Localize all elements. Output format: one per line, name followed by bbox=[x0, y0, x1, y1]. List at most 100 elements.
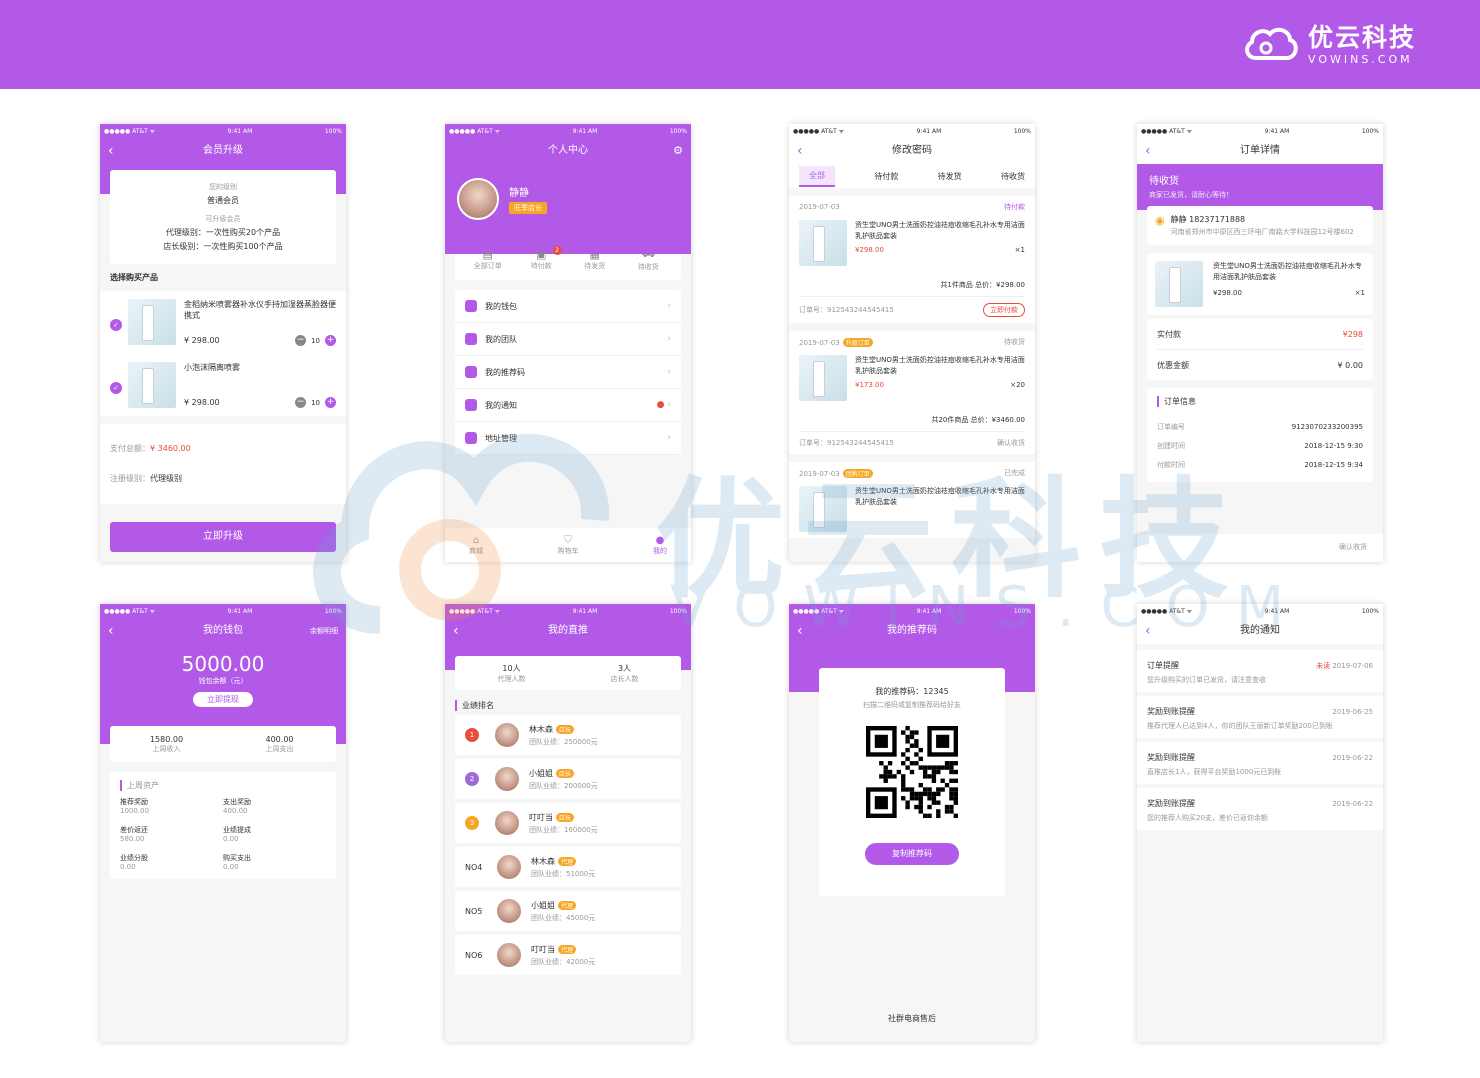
chevron-right-icon: › bbox=[667, 433, 671, 443]
order-card[interactable]: 2019-07-03 升级订单 待收货 资生堂UNO男士洗面奶控油祛痘收缩毛孔补水专… bbox=[789, 331, 1035, 454]
check-icon[interactable]: ✓ bbox=[110, 319, 122, 331]
member-name: 叮叮当 bbox=[529, 812, 553, 822]
back-icon[interactable]: ‹ bbox=[797, 138, 803, 164]
screen-wallet: ●●●●● AT&T ᯤ 9:41 AM 100% ‹ 我的钱包 余额明细 5000.0… bbox=[100, 604, 346, 1042]
tab-label: 商城 bbox=[469, 546, 483, 555]
back-icon[interactable]: ‹ bbox=[1145, 138, 1151, 164]
balance-detail-link[interactable]: 余额明细 bbox=[310, 618, 338, 644]
tab-mine[interactable]: ● 我的 bbox=[653, 535, 667, 556]
medal-icon: 2 bbox=[465, 772, 479, 786]
product-name: 资生堂UNO男士洗面奶控油祛痘收缩毛孔补水专用洁面乳护肤品套装 bbox=[1213, 262, 1362, 281]
role-tag: 代理 bbox=[558, 856, 577, 866]
plus-icon[interactable]: + bbox=[325, 397, 336, 408]
shortcut-label: 待付款 bbox=[530, 261, 552, 270]
menu-notify[interactable]: 我的通知 ● › bbox=[455, 389, 681, 422]
tab-to-ship[interactable]: 待发货 bbox=[938, 171, 962, 182]
qr-code-image bbox=[866, 726, 958, 818]
menu-referral[interactable]: 我的推荐码 › bbox=[455, 356, 681, 389]
withdraw-button[interactable]: 立即提现 bbox=[193, 692, 253, 707]
qty[interactable]: 10 bbox=[311, 399, 320, 407]
member-name: 叮叮当 bbox=[531, 944, 555, 954]
menu-team[interactable]: 我的团队 › bbox=[455, 323, 681, 356]
back-icon[interactable]: ‹ bbox=[108, 138, 114, 164]
level-card: 您的级别 普通会员 可升级会员 代理级别：一次性购买20个产品 店长级别：一次性… bbox=[110, 170, 336, 264]
status-bar: ●●●●● AT&T ᯤ 9:41 AM 100% bbox=[100, 124, 346, 138]
product-price: ¥298.00 bbox=[1213, 289, 1242, 297]
minus-icon[interactable]: − bbox=[295, 397, 307, 408]
battery: 100% bbox=[1361, 607, 1379, 615]
menu-label: 我的团队 bbox=[485, 334, 517, 344]
plus-icon[interactable]: + bbox=[325, 335, 336, 346]
notification-item[interactable]: 奖励到账提醒 2019-06-22 您的推荐人购买20支，差价已返你余额 bbox=[1137, 788, 1383, 830]
back-icon[interactable]: ‹ bbox=[453, 618, 459, 644]
notification-item[interactable]: 订单提醒 未读 2019-07-06 您升级购买的订单已发货，请注意查收 bbox=[1137, 650, 1383, 692]
asset-key: 支出奖励 bbox=[223, 798, 251, 806]
rank-row[interactable]: 1 林木森 店长 团队业绩：250000元 bbox=[455, 715, 681, 755]
screen-member-upgrade: ●●●●● AT&T ᯤ 9:41 AM 100% ‹ 会员升级 您的级别 普通会员 … bbox=[100, 124, 346, 562]
weekly-stats: 1580.00 上周收入 400.00 上周支出 bbox=[110, 726, 336, 762]
rank-row[interactable]: NO6 叮叮当 代理 团队业绩：42000元 bbox=[455, 935, 681, 975]
carrier: ●●●●● AT&T ᯤ bbox=[449, 608, 501, 615]
confirm-receipt-button[interactable]: 确认收货 bbox=[997, 438, 1025, 448]
page-title: 订单详情 bbox=[1240, 145, 1280, 156]
product-card[interactable]: 资生堂UNO男士洗面奶控油祛痘收缩毛孔补水专用洁面乳护肤品套装 ¥298.00 ×1 bbox=[1147, 253, 1373, 315]
order-tabs: 全部 待付款 待发货 待收货 bbox=[789, 164, 1035, 188]
discount-value: ¥ 0.00 bbox=[1337, 360, 1363, 370]
notification-item[interactable]: 奖励到账提醒 2019-06-22 直推店长1人，获得平台奖励1000元已到账 bbox=[1137, 742, 1383, 784]
back-icon[interactable]: ‹ bbox=[1145, 618, 1151, 644]
confirm-receipt-button[interactable]: 确认收货 bbox=[1339, 543, 1367, 551]
avatar bbox=[493, 721, 521, 749]
tab-cart[interactable]: ⛉ 购物车 bbox=[558, 535, 579, 556]
menu-address[interactable]: 地址管理 › bbox=[455, 422, 681, 455]
qty[interactable]: 10 bbox=[311, 337, 320, 345]
order-card[interactable]: 2019-07-03 团购订单 已完成 资生堂UNO男士洗面奶控油祛痘收缩毛孔补水专… bbox=[789, 462, 1035, 538]
rank-row[interactable]: 3 叮叮当 店长 团队业绩：160000元 bbox=[455, 803, 681, 843]
avatar[interactable] bbox=[457, 178, 499, 220]
carrier: ●●●●● AT&T ᯤ bbox=[449, 128, 501, 135]
unpaid-tab[interactable]: ▣ 2 待付款 bbox=[515, 245, 569, 271]
status-bar: ●●●●● AT&T ᯤ 9:41 AM 100% bbox=[445, 124, 691, 138]
order-card[interactable]: 2019-07-03 待付款 资生堂UNO男士洗面奶控油祛痘收缩毛孔补水专用洁面乳… bbox=[789, 196, 1035, 323]
info-value: 9123070233200395 bbox=[1291, 422, 1363, 431]
product-image bbox=[799, 486, 847, 532]
time: 9:41 AM bbox=[572, 127, 598, 135]
shortcut-label: 待收货 bbox=[637, 262, 659, 271]
status-bar: ●●●●● AT&T ᯤ 9:41 AM 100% bbox=[445, 604, 691, 618]
section-title: 选择购买产品 bbox=[110, 273, 158, 282]
minus-icon[interactable]: − bbox=[295, 335, 307, 346]
pay-now-button[interactable]: 立即付款 bbox=[983, 303, 1025, 317]
order-status: 已完成 bbox=[1004, 469, 1025, 477]
copy-code-button[interactable]: 复制推荐码 bbox=[865, 843, 959, 865]
user-icon: ● bbox=[655, 534, 665, 546]
tab-unpaid[interactable]: 待付款 bbox=[874, 171, 898, 182]
qrcode-icon bbox=[465, 366, 477, 378]
info-key: 付款时间 bbox=[1157, 460, 1185, 469]
upgrade-button[interactable]: 立即升级 bbox=[110, 522, 336, 552]
page-title: 个人中心 bbox=[548, 145, 588, 156]
product-image bbox=[1155, 261, 1203, 307]
all-orders-tab[interactable]: ▤ 全部订单 bbox=[461, 248, 515, 271]
tab-all[interactable]: 全部 bbox=[799, 165, 835, 187]
current-level-value: 普通会员 bbox=[207, 196, 239, 205]
address-card[interactable]: ◉ 静静 18237171888 河南省郑州市中原区西三环电厂南路大学科技园12号… bbox=[1147, 206, 1373, 245]
product-qty: ×1 bbox=[1014, 246, 1025, 254]
asset-key: 业绩分股 bbox=[120, 854, 148, 862]
back-icon[interactable]: ‹ bbox=[797, 618, 803, 644]
status-bar: ●●●●● AT&T ᯤ 9:41 AM 100% bbox=[1137, 124, 1383, 138]
menu-wallet[interactable]: 我的钱包 › bbox=[455, 290, 681, 323]
rank-row[interactable]: 2 小姐姐 店长 团队业绩：200000元 bbox=[455, 759, 681, 799]
notification-item[interactable]: 奖励到账提醒 2019-06-25 推荐代理人已达到4人，你的团队王丽新订单奖励2… bbox=[1137, 696, 1383, 738]
notification-text: 您升级购买的订单已发货，请注意查收 bbox=[1147, 676, 1266, 684]
notification-date: 2019-07-06 bbox=[1332, 661, 1373, 670]
shortcut-label: 待发货 bbox=[584, 261, 606, 270]
check-icon[interactable]: ✓ bbox=[110, 382, 122, 394]
avatar bbox=[495, 853, 523, 881]
tab-mall[interactable]: ⌂ 商城 bbox=[469, 535, 483, 556]
rank-row[interactable]: NO5 小姐姐 代理 团队业绩：45000元 bbox=[455, 891, 681, 931]
gear-icon[interactable]: ⚙ bbox=[673, 138, 683, 164]
tab-to-receive[interactable]: 待收货 bbox=[1001, 171, 1025, 182]
rank-row[interactable]: NO4 林木森 代理 团队业绩：51000元 bbox=[455, 847, 681, 887]
chevron-right-icon: › bbox=[667, 367, 671, 377]
tab-bar: ⌂ 商城 ⛉ 购物车 ● 我的 bbox=[445, 528, 691, 562]
back-icon[interactable]: ‹ bbox=[108, 618, 114, 644]
